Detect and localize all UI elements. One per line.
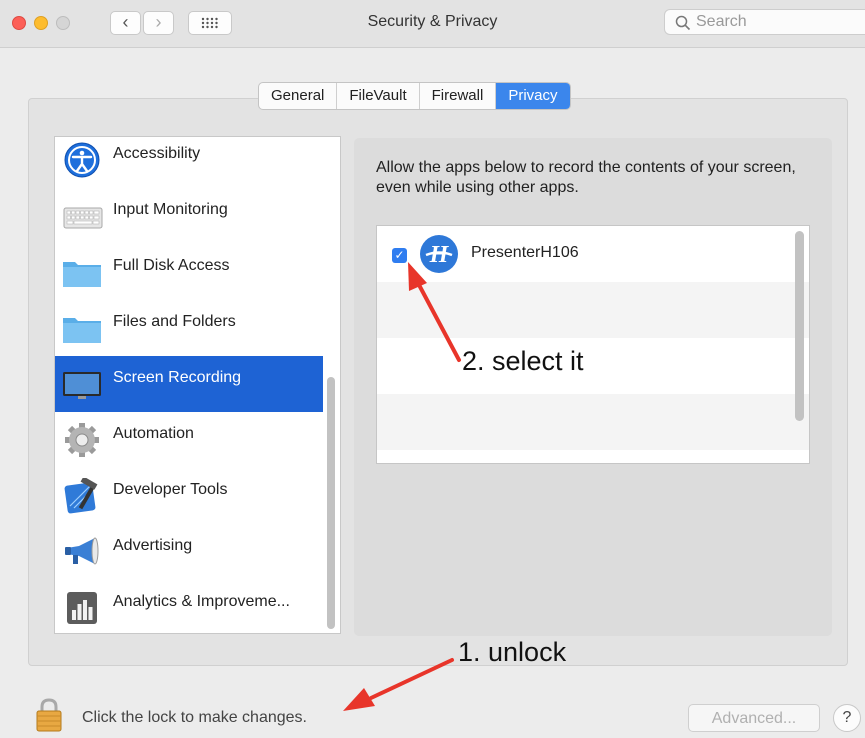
tab-bar: General FileVault Firewall Privacy — [258, 82, 571, 110]
tab-general[interactable]: General — [259, 83, 338, 109]
app-list-scrollbar[interactable] — [795, 231, 804, 421]
lock-icon — [36, 698, 62, 732]
accessibility-icon — [64, 142, 100, 178]
sidebar-item-accessibility[interactable]: Accessibility — [55, 137, 323, 188]
checkmark-icon: ✓ — [394, 248, 405, 262]
sidebar-item-label: Automation — [113, 425, 194, 442]
sidebar-item-files-and-folders[interactable]: Files and Folders — [55, 300, 323, 356]
sidebar-item-label: Full Disk Access — [113, 257, 230, 274]
panel-description: Allow the apps below to record the conte… — [376, 159, 796, 196]
privacy-category-list: Accessibility Input Monitoring Full Disk… — [54, 136, 341, 634]
sidebar-item-developer-tools[interactable]: Developer Tools — [55, 468, 323, 524]
keyboard-icon — [63, 207, 103, 229]
sidebar-item-label: Input Monitoring — [113, 201, 228, 218]
list-item-empty — [377, 394, 809, 450]
sidebar-item-label: Files and Folders — [113, 313, 236, 330]
arrow-to-lock — [343, 658, 454, 711]
tab-firewall[interactable]: Firewall — [420, 83, 497, 109]
sidebar-item-label: Analytics & Improveme... — [113, 593, 290, 610]
folder-icon — [63, 262, 101, 287]
bar-chart-icon — [67, 592, 97, 624]
help-button[interactable]: ? — [833, 704, 861, 732]
tab-filevault[interactable]: FileVault — [337, 83, 420, 109]
sidebar-item-automation[interactable]: Automation — [55, 412, 323, 468]
list-item-empty — [377, 338, 809, 394]
sidebar-item-label: Accessibility — [113, 145, 201, 162]
annotation-step1: 1. unlock — [458, 637, 567, 667]
svg-text:H: H — [429, 242, 450, 268]
megaphone-icon — [65, 537, 99, 565]
presenter-app-icon: H — [420, 235, 458, 273]
sidebar-item-input-monitoring[interactable]: Input Monitoring — [55, 188, 323, 244]
app-list: ✓ H PresenterH106 — [376, 225, 810, 464]
app-name: PresenterH106 — [471, 244, 579, 261]
sidebar-item-label: Developer Tools — [113, 481, 228, 498]
sidebar-scrollbar[interactable] — [327, 377, 335, 629]
list-item[interactable]: ✓ H PresenterH106 — [377, 226, 809, 282]
folder-icon — [63, 318, 101, 343]
advanced-button[interactable]: Advanced... — [688, 704, 820, 732]
sidebar-item-advertising[interactable]: Advertising — [55, 524, 323, 580]
display-icon — [63, 372, 101, 399]
lock-message: Click the lock to make changes. — [82, 709, 307, 726]
sidebar-item-full-disk-access[interactable]: Full Disk Access — [55, 244, 323, 300]
sidebar-item-label: Advertising — [113, 537, 193, 554]
list-item-empty — [377, 282, 809, 338]
annotation-step2: 2. select it — [462, 346, 584, 376]
search-icon — [675, 15, 691, 31]
sidebar-item-screen-recording[interactable]: Screen Recording — [55, 356, 323, 412]
app-enable-checkbox[interactable]: ✓ — [392, 248, 407, 263]
sidebar-item-label: Screen Recording — [113, 369, 242, 386]
tab-privacy[interactable]: Privacy — [496, 83, 570, 109]
title-bar: ‹ › Security & Privacy Search — [0, 0, 865, 48]
gear-icon — [65, 423, 99, 457]
search-input[interactable]: Search — [664, 9, 865, 35]
hammer-icon — [64, 478, 98, 514]
lock-button[interactable] — [33, 697, 65, 733]
search-placeholder: Search — [696, 13, 747, 30]
sidebar-item-analytics[interactable]: Analytics & Improveme... — [55, 580, 323, 633]
